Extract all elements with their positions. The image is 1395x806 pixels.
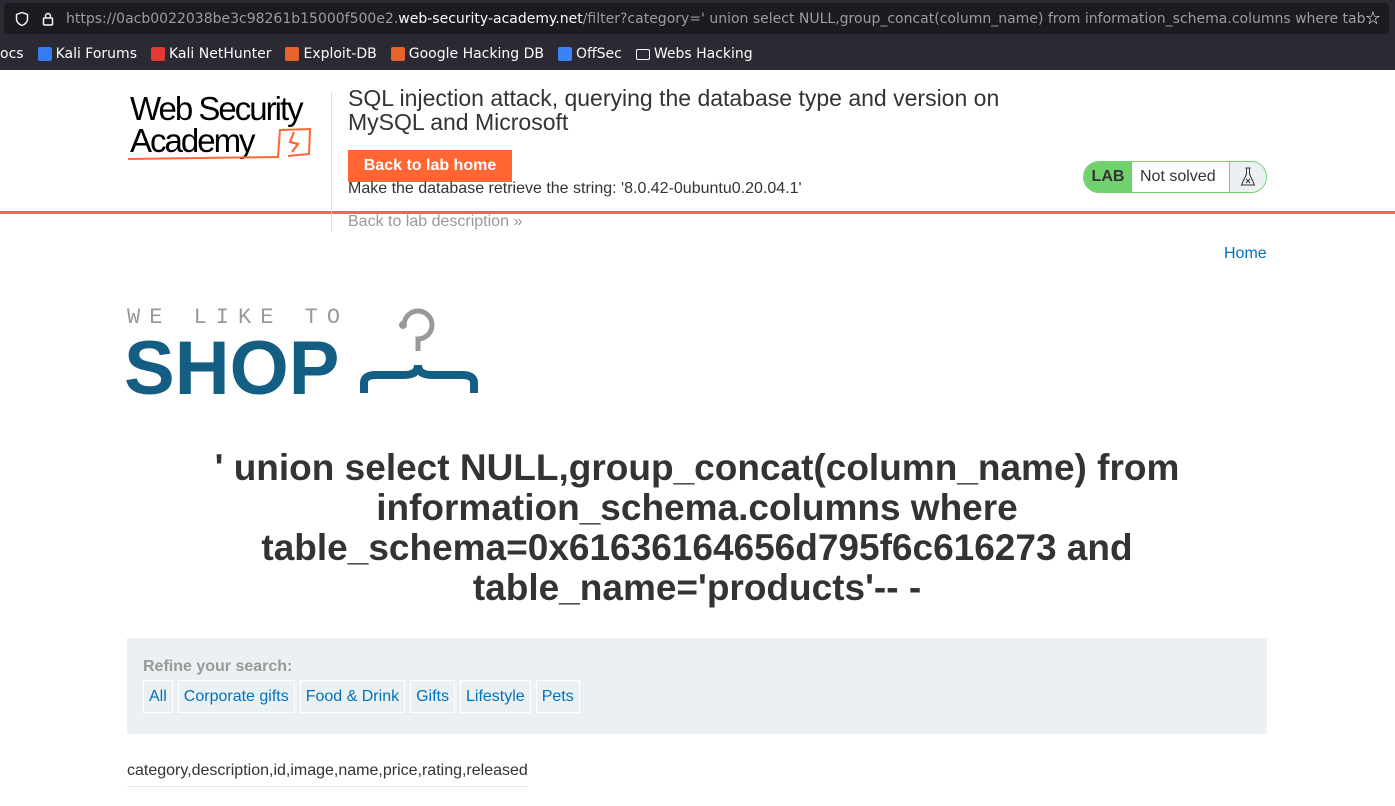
exploit-db-icon xyxy=(285,47,300,61)
folder-icon xyxy=(635,48,650,60)
back-to-lab-description-link[interactable]: Back to lab description » xyxy=(348,213,522,231)
query-result: category,description,id,image,name,price… xyxy=(127,762,528,787)
filter-panel: Refine your search: All Corporate gifts Fo… xyxy=(127,638,1267,734)
bookmark-label: ocs xyxy=(0,46,24,62)
url-domain: web-security-academy.net xyxy=(398,10,583,27)
bookmarks-bar: ocs Kali Forums Kali NetHunter Exploit-DB Go… xyxy=(0,40,767,68)
refine-label: Refine your search: xyxy=(143,658,293,675)
lab-goal: Make the database retrieve the string: '… xyxy=(348,180,802,197)
flask-icon xyxy=(1230,162,1266,192)
bookmark-label: Kali Forums xyxy=(55,46,137,62)
header-divider xyxy=(331,92,332,232)
category-link[interactable]: Pets xyxy=(535,680,580,713)
bookmark-star-icon[interactable]: ☆ xyxy=(1365,8,1381,29)
exploit-db-icon xyxy=(390,47,405,61)
bookmark-label: Webs Hacking xyxy=(653,46,753,62)
bookmark-item[interactable]: OffSec xyxy=(557,46,622,62)
svg-text:Academy: Academy xyxy=(130,122,256,159)
lab-label: LAB xyxy=(1084,162,1132,192)
bookmark-label: Kali NetHunter xyxy=(169,46,272,62)
address-bar[interactable]: https://0acb0022038be3c98261b15000f500e2… xyxy=(4,3,1389,34)
category-link[interactable]: Gifts xyxy=(410,680,455,713)
bookmark-item[interactable]: Exploit-DB xyxy=(285,46,377,62)
offsec-icon xyxy=(557,47,572,61)
category-link[interactable]: Corporate gifts xyxy=(177,680,295,713)
category-link[interactable]: Food & Drink xyxy=(299,680,406,713)
bookmark-item[interactable]: Kali NetHunter xyxy=(151,46,271,62)
url-text[interactable]: https://0acb0022038be3c98261b15000f500e2… xyxy=(66,11,1365,27)
bookmark-label: OffSec xyxy=(575,46,622,62)
shield-icon xyxy=(15,11,29,26)
bookmark-item[interactable]: Google Hacking DB xyxy=(390,46,544,62)
svg-text:SHOP: SHOP xyxy=(126,326,339,398)
home-link[interactable]: Home xyxy=(1224,245,1267,263)
bookmark-label: Exploit-DB xyxy=(303,46,377,62)
lab-title: SQL injection attack, querying the datab… xyxy=(348,85,1000,135)
bookmark-item[interactable]: Webs Hacking xyxy=(635,46,753,62)
url-path: /filter?category=' union select NULL,gro… xyxy=(582,10,1365,27)
bookmark-item[interactable]: ocs xyxy=(0,46,24,62)
web-security-academy-logo[interactable]: Web Security Academy xyxy=(128,90,328,162)
browser-chrome: https://0acb0022038be3c98261b15000f500e2… xyxy=(0,0,1395,70)
nethunter-icon xyxy=(151,47,165,61)
search-heading: ' union select NULL,group_concat(column_… xyxy=(214,447,1180,608)
lock-icon xyxy=(42,12,54,26)
lab-status-badge: LAB Not solved xyxy=(1083,161,1267,193)
we-like-to-shop-logo: WE LIKE TO SHOP xyxy=(126,305,478,398)
bookmark-item[interactable]: Kali Forums xyxy=(37,46,137,62)
lab-status: Not solved xyxy=(1132,162,1230,192)
category-link[interactable]: All xyxy=(143,680,173,713)
bookmark-label: Google Hacking DB xyxy=(408,46,544,62)
back-to-lab-home-button[interactable]: Back to lab home xyxy=(348,150,512,182)
category-link[interactable]: Lifestyle xyxy=(459,680,531,713)
kali-dragon-icon xyxy=(37,47,52,61)
url-prefix: https://0acb0022038be3c98261b15000f500e2… xyxy=(66,10,399,27)
category-list: All Corporate gifts Food & Drink Gifts Lifes… xyxy=(143,680,580,713)
back-description-label: Back to lab description xyxy=(348,213,509,230)
double-chevron-right-icon: » xyxy=(513,213,523,230)
